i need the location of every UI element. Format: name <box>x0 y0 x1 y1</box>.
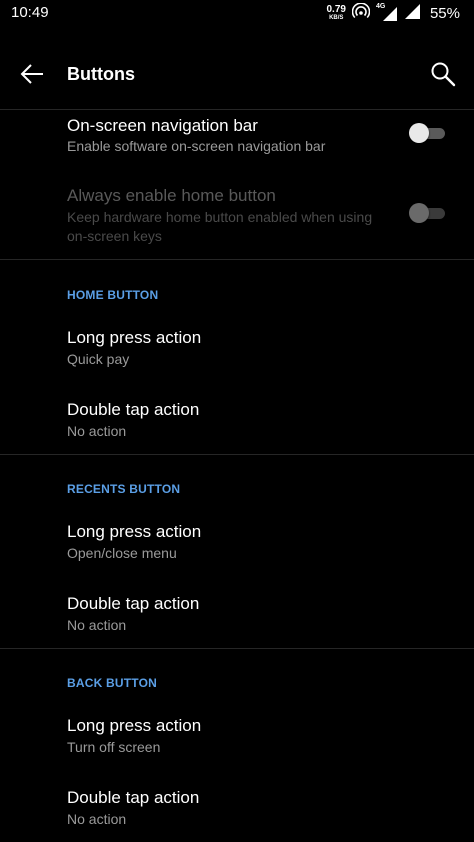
item-subtitle: No action <box>67 617 127 633</box>
back-button[interactable] <box>18 60 46 88</box>
item-subtitle: Open/close menu <box>67 545 177 561</box>
list-item-back-double-tap[interactable]: Double tap action No action <box>0 778 474 840</box>
item-title: Long press action <box>67 522 202 541</box>
item-subtitle: No action <box>67 423 127 439</box>
search-icon <box>428 62 458 93</box>
item-title: Double tap action <box>67 400 200 419</box>
list-item-recents-long-press[interactable]: Long press action Open/close menu <box>0 512 474 574</box>
setting-on-screen-navigation-bar[interactable]: On-screen navigation bar Enable software… <box>0 110 474 176</box>
network-speed-unit: KB/S <box>329 15 344 21</box>
list-item-home-long-press[interactable]: Long press action Quick pay <box>0 318 474 380</box>
setting-title: On-screen navigation bar <box>67 116 258 135</box>
section-header-home-button: HOME BUTTON <box>67 288 159 302</box>
network-speed: 0.79 KB/S <box>326 4 346 22</box>
item-subtitle: Quick pay <box>67 351 130 367</box>
divider <box>0 259 474 260</box>
battery-level: 55% <box>429 4 460 22</box>
section-header-recents-button: RECENTS BUTTON <box>67 482 181 496</box>
home-button-toggle <box>409 202 445 224</box>
divider <box>0 454 474 455</box>
section-header-back-button: BACK BUTTON <box>67 676 157 690</box>
item-subtitle: No action <box>67 811 127 827</box>
page-title: Buttons <box>67 64 135 84</box>
cellular-4g-signal-icon: 4G <box>376 3 398 21</box>
network-speed-value: 0.79 <box>326 4 346 15</box>
item-title: Long press action <box>67 328 202 347</box>
setting-subtitle: Enable software on-screen navigation bar <box>67 138 326 154</box>
status-icons: 0.79 KB/S 4G 55% <box>326 1 460 24</box>
list-item-back-long-press[interactable]: Long press action Turn off screen <box>0 706 474 768</box>
status-time: 10:49 <box>11 4 49 21</box>
arrow-back-icon <box>18 64 46 92</box>
divider <box>0 648 474 649</box>
list-item-home-double-tap[interactable]: Double tap action No action <box>0 390 474 452</box>
list-item-recents-double-tap[interactable]: Double tap action No action <box>0 584 474 646</box>
status-bar: 10:49 0.79 KB/S 4G 55% <box>0 0 474 26</box>
setting-subtitle: Keep hardware home button enabled when u… <box>67 209 373 244</box>
toolbar: Buttons <box>0 44 474 104</box>
item-title: Double tap action <box>67 594 200 613</box>
navigation-bar-toggle[interactable] <box>409 122 445 144</box>
signal-icon <box>404 3 420 24</box>
search-button[interactable] <box>428 59 458 89</box>
toggle-thumb <box>409 123 429 143</box>
hotspot-icon <box>351 1 371 24</box>
item-title: Double tap action <box>67 788 200 807</box>
toggle-thumb <box>409 203 429 223</box>
item-title: Long press action <box>67 716 202 735</box>
item-subtitle: Turn off screen <box>67 739 161 755</box>
setting-title: Always enable home button <box>67 186 276 205</box>
setting-always-enable-home-button: Always enable home button Keep hardware … <box>0 180 474 258</box>
